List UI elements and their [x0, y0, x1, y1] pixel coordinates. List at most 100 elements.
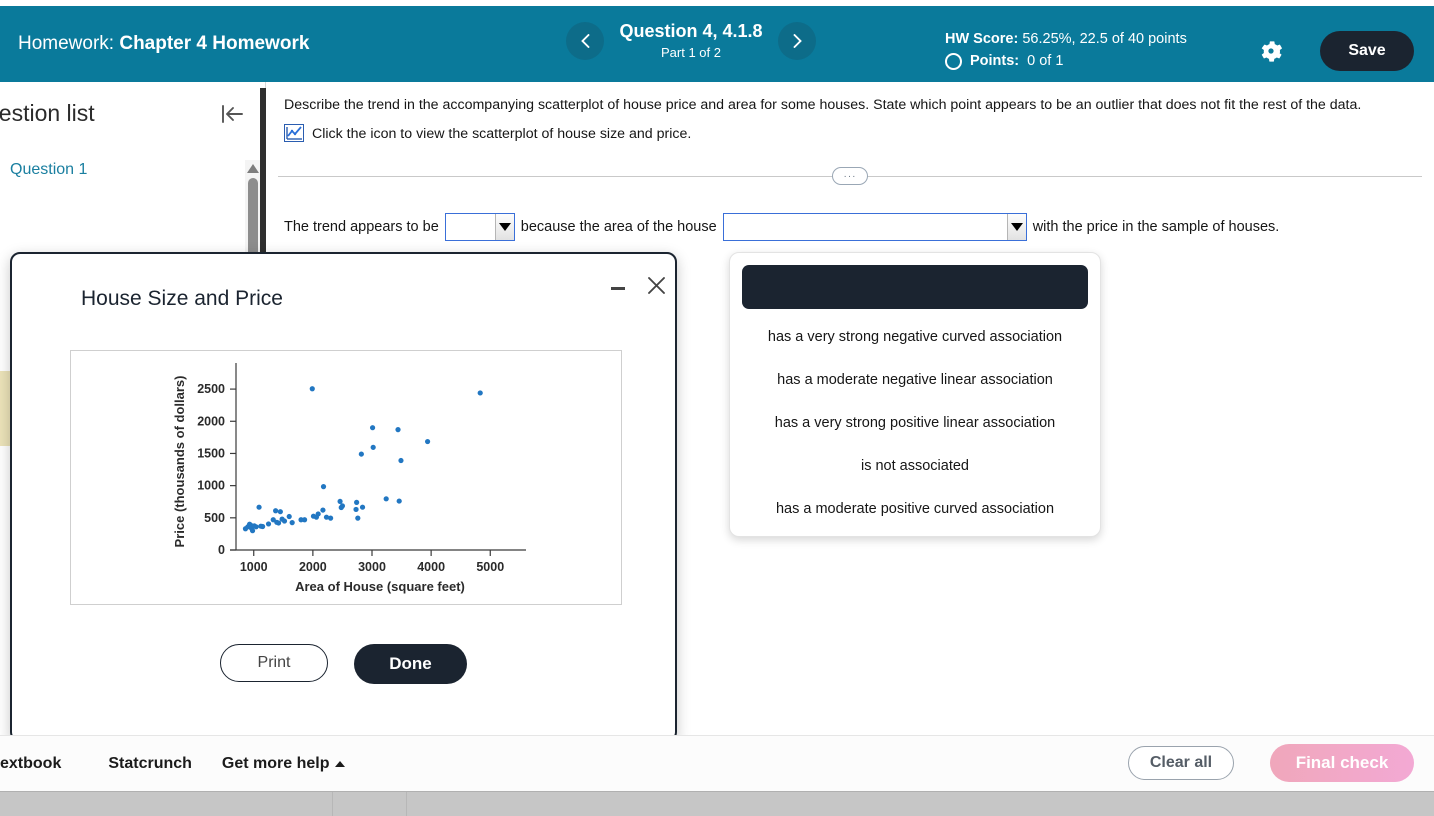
x-tick-label: 5000	[476, 560, 504, 574]
y-tick-label: 0	[218, 543, 225, 557]
scatter-point	[301, 517, 308, 523]
settings-button[interactable]	[1256, 36, 1286, 66]
scatter-point	[337, 498, 343, 505]
x-tick-label: 3000	[358, 560, 386, 574]
get-more-help-link[interactable]: Get more help	[222, 755, 345, 773]
hw-score-value: 56.25%, 22.5 of 40 points	[1022, 31, 1187, 47]
caret-up-icon	[334, 760, 345, 767]
modal-minimize-button[interactable]	[606, 276, 630, 300]
dropdown-option-selected-blank[interactable]	[742, 265, 1088, 309]
answer-text-after: with the price in the sample of houses.	[1032, 219, 1280, 235]
final-check-button[interactable]: Final check	[1270, 744, 1414, 782]
x-tick-label: 2000	[299, 560, 327, 574]
scatter-point	[253, 524, 259, 530]
clear-all-button[interactable]: Clear all	[1128, 746, 1234, 780]
scatter-point	[328, 515, 334, 521]
scatter-point	[286, 513, 292, 520]
association-dropdown-arrow[interactable]	[1006, 214, 1026, 240]
association-dropdown[interactable]	[722, 213, 1027, 241]
question-indicator: Question 4, 4.1.8 Part 1 of 2	[616, 21, 766, 60]
gear-icon	[1261, 41, 1282, 62]
scatter-point	[355, 515, 361, 521]
scatter-point	[359, 504, 366, 510]
modal-title: House Size and Price	[81, 287, 283, 310]
y-tick-label: 500	[204, 511, 225, 525]
trend-dropdown-arrow[interactable]	[494, 214, 514, 240]
points-label: Points:	[970, 53, 1020, 70]
scatter-point	[369, 425, 376, 431]
collapse-left-icon	[222, 104, 243, 123]
association-dropdown-menu: has a very strong negative curved associ…	[729, 252, 1101, 537]
scatter-point	[249, 528, 256, 534]
prev-question-button[interactable]	[566, 22, 604, 60]
scatterplot-modal: House Size and Price 0 500 1000 1500 2000 250…	[10, 252, 677, 742]
scatter-point	[289, 520, 295, 526]
textbook-link[interactable]: extbook	[0, 755, 61, 773]
scatter-point	[424, 438, 431, 445]
x-axis-label: Area of House (square feet)	[295, 579, 465, 594]
hw-score-label: HW Score:	[945, 31, 1019, 47]
scatter-point	[354, 499, 360, 505]
sidebar-item-question-1[interactable]: Question 1	[10, 161, 265, 179]
scatter-point	[281, 518, 288, 524]
section-divider: ···	[278, 167, 1422, 187]
get-more-help-label: Get more help	[221, 754, 330, 772]
scatter-point	[320, 507, 326, 513]
homework-name: Chapter 4 Homework	[119, 33, 310, 54]
statcrunch-link-label: Statcrunch	[108, 754, 192, 772]
chevron-right-icon	[793, 34, 802, 48]
question-list-title: uestion list	[0, 100, 95, 126]
scatter-point	[395, 427, 401, 433]
question-prompt: Describe the trend in the accompanying s…	[284, 97, 1362, 113]
scatter-point	[275, 520, 282, 526]
chevron-left-icon	[580, 34, 589, 48]
dropdown-option-1[interactable]: has a moderate negative linear associati…	[742, 358, 1088, 401]
taskbar-segment-3	[407, 792, 1434, 816]
next-question-button[interactable]	[778, 22, 816, 60]
question-icon-instruction-row: Click the icon to view the scatterplot o…	[284, 123, 1416, 145]
divider-toggle-button[interactable]: ···	[832, 167, 868, 185]
modal-actions: Print Done	[12, 644, 675, 684]
dropdown-option-3[interactable]: is not associated	[742, 444, 1088, 487]
y-tick-label: 2500	[197, 382, 225, 396]
question-title: Question 4, 4.1.8	[619, 21, 763, 42]
scatter-point	[339, 503, 346, 509]
y-axis-label: Price (thousands of dollars)	[172, 376, 187, 548]
scroll-up-arrow-icon[interactable]	[247, 164, 259, 173]
done-button[interactable]: Done	[354, 644, 467, 684]
scatterplot-icon[interactable]	[284, 124, 304, 142]
save-button[interactable]: Save	[1320, 31, 1414, 71]
statcrunch-link[interactable]: Statcrunch	[108, 755, 192, 773]
scatter-point	[383, 496, 389, 502]
icon-instruction-text: Click the icon to view the scatterplot o…	[312, 126, 692, 142]
scatter-point	[320, 484, 327, 490]
hw-score-line: HW Score: 56.25%, 22.5 of 40 points	[945, 28, 1187, 50]
print-button[interactable]: Print	[220, 644, 328, 682]
trend-dropdown[interactable]	[444, 213, 515, 241]
close-icon	[647, 276, 665, 294]
y-tick-label: 2000	[197, 414, 225, 428]
x-tick-label: 4000	[417, 560, 445, 574]
status-circle-icon	[945, 53, 962, 71]
scatter-point	[396, 498, 402, 504]
chevron-down-icon	[498, 223, 511, 231]
modal-close-button[interactable]	[641, 270, 671, 300]
answer-text-middle: because the area of the house	[520, 219, 717, 235]
taskbar-segment-2	[333, 792, 407, 816]
homework-label: Homework:	[18, 33, 115, 54]
scatterplot-chart: 0 500 1000 1500 2000 2500 1000 2000 3000 4000 5000…	[172, 363, 526, 594]
answer-sentence-row: The trend appears to be because the area…	[284, 213, 1434, 241]
scatter-point	[398, 457, 404, 464]
app-header: Homework: Chapter 4 Homework Question 4,…	[0, 6, 1434, 82]
dropdown-option-2[interactable]: has a very strong positive linear associ…	[742, 401, 1088, 444]
scatter-point	[273, 508, 279, 514]
dropdown-option-0[interactable]: has a very strong negative curved associ…	[742, 315, 1088, 358]
dropdown-option-4[interactable]: has a moderate positive curved associati…	[742, 487, 1088, 530]
scatter-point	[277, 509, 283, 515]
minimize-icon	[611, 286, 625, 290]
application-root: Homework: Chapter 4 Homework Question 4,…	[0, 0, 1434, 816]
scatter-point	[370, 444, 376, 450]
y-tick-label: 1500	[197, 446, 225, 460]
question-list-header: uestion list	[0, 82, 265, 139]
collapse-panel-button[interactable]	[219, 101, 245, 127]
